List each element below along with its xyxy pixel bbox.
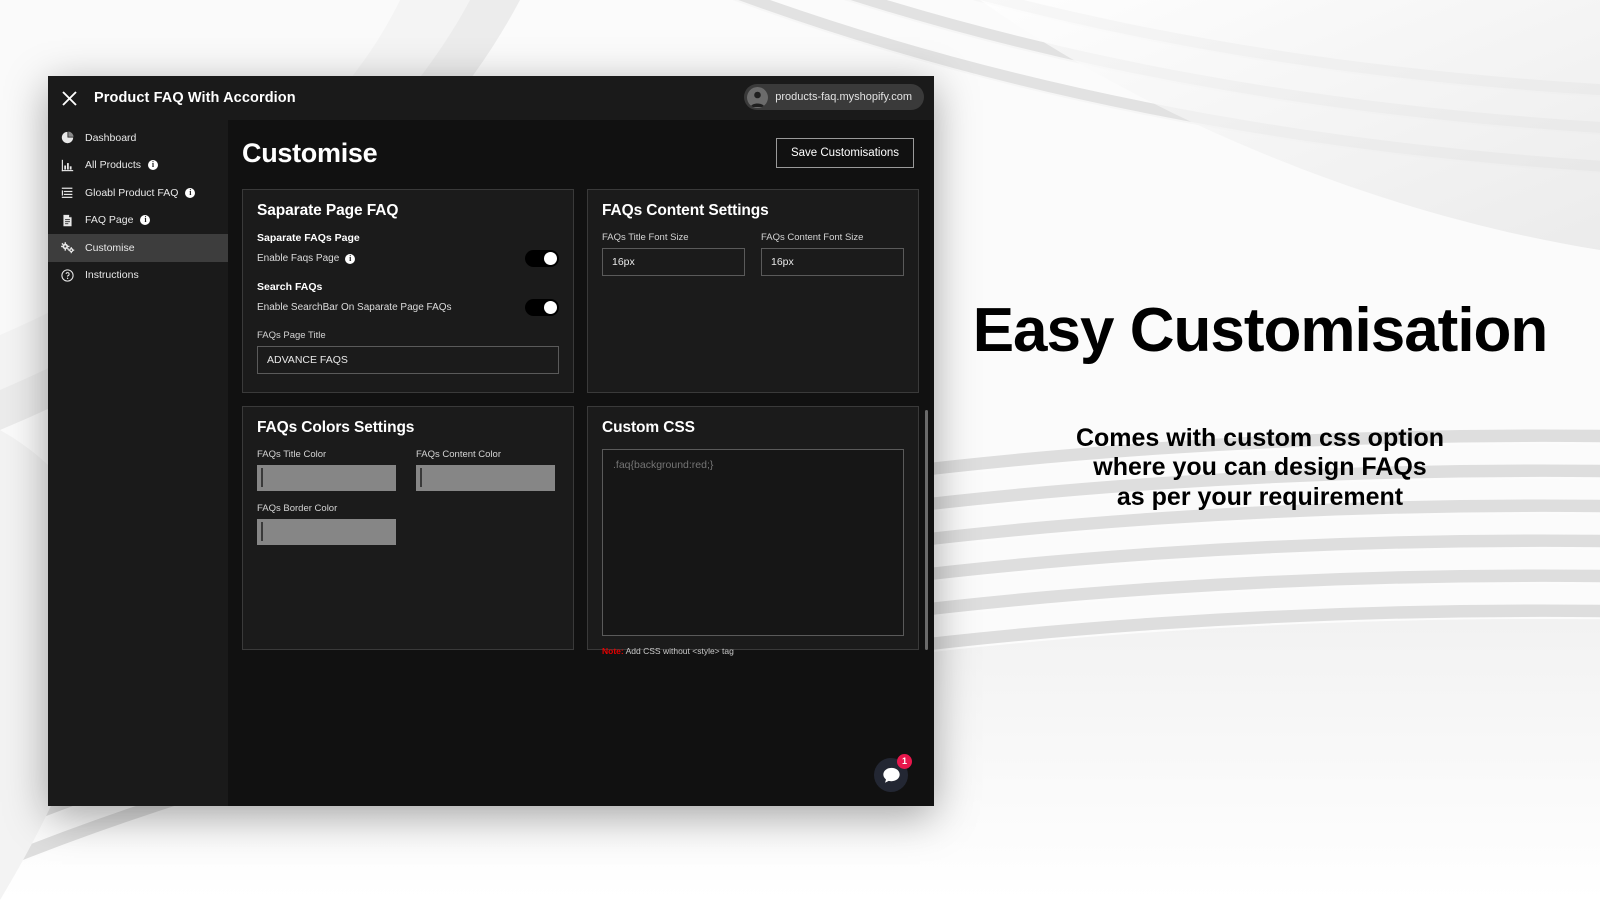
label-title-font-size: FAQs Title Font Size bbox=[602, 232, 745, 243]
toggle-enable-faqs-page[interactable] bbox=[525, 250, 559, 267]
card-custom-css: Custom CSS Note: Add CSS without <style>… bbox=[587, 406, 919, 650]
faqs-page-title-input[interactable] bbox=[257, 346, 559, 374]
window-body: Dashboard All Products i bbox=[48, 120, 934, 806]
group-title-font-size: FAQs Title Font Size bbox=[602, 232, 745, 276]
card-separate-page-faq: Saparate Page FAQ Saparate FAQs Page Ena… bbox=[242, 189, 574, 393]
label-faqs-title-color: FAQs Title Color bbox=[257, 449, 400, 460]
label-faqs-page-title: FAQs Page Title bbox=[257, 330, 559, 341]
app-topbar: Product FAQ With Accordion products-faq.… bbox=[48, 76, 934, 120]
card-row-2: FAQs Colors Settings FAQs Title Color bbox=[242, 406, 916, 650]
row-enable-searchbar: Enable SearchBar On Saparate Page FAQs bbox=[257, 299, 559, 316]
vertical-scrollbar-thumb[interactable] bbox=[925, 410, 928, 650]
marketing-headline: Easy Customisation bbox=[960, 300, 1560, 362]
label-enable-searchbar: Enable SearchBar On Saparate Page FAQs bbox=[257, 302, 452, 313]
info-icon[interactable]: i bbox=[140, 215, 150, 225]
toggle-knob bbox=[544, 252, 557, 265]
custom-css-note: Note: Add CSS without <style> tag bbox=[602, 646, 904, 656]
toggle-knob bbox=[544, 301, 557, 314]
info-icon[interactable]: i bbox=[345, 254, 355, 264]
faqs-border-color-swatch[interactable] bbox=[257, 519, 396, 545]
label-enable-faqs-page: Enable Faqs Page i bbox=[257, 253, 355, 264]
row-enable-faqs-page: Enable Faqs Page i bbox=[257, 250, 559, 267]
sidebar-item-label: Gloabl Product FAQ bbox=[85, 187, 178, 199]
main-content: Customise Save Customisations Saparate P… bbox=[228, 120, 934, 806]
sidebar-item-dashboard[interactable]: Dashboard bbox=[48, 124, 228, 152]
vertical-scrollbar-track[interactable] bbox=[921, 120, 933, 806]
marketing-subline-1: Comes with custom css option bbox=[960, 424, 1560, 453]
sidebar-item-customise[interactable]: Customise bbox=[48, 234, 228, 262]
sidebar-item-label: FAQ Page bbox=[85, 214, 133, 226]
swatch-fill bbox=[420, 468, 422, 487]
document-icon bbox=[61, 214, 79, 227]
info-icon[interactable]: i bbox=[148, 160, 158, 170]
sidebar: Dashboard All Products i bbox=[48, 120, 228, 806]
close-icon[interactable] bbox=[48, 76, 90, 120]
custom-css-textarea[interactable] bbox=[602, 449, 904, 636]
marketing-subline-2: where you can design FAQs bbox=[960, 453, 1560, 482]
label-text: Enable Faqs Page bbox=[257, 253, 339, 264]
swatch-fill bbox=[261, 522, 263, 541]
card-row-1: Saparate Page FAQ Saparate FAQs Page Ena… bbox=[242, 189, 916, 393]
chat-unread-badge: 1 bbox=[897, 754, 912, 769]
card-faqs-colors-settings: FAQs Colors Settings FAQs Title Color bbox=[242, 406, 574, 650]
card-title: FAQs Colors Settings bbox=[257, 419, 559, 437]
sidebar-item-label: Customise bbox=[85, 242, 135, 254]
list-lines-icon bbox=[61, 186, 79, 199]
subhead-search-faqs: Search FAQs bbox=[257, 281, 559, 293]
label-content-font-size: FAQs Content Font Size bbox=[761, 232, 904, 243]
label-faqs-content-color: FAQs Content Color bbox=[416, 449, 559, 460]
store-chip[interactable]: products-faq.myshopify.com bbox=[744, 84, 924, 110]
card-title: FAQs Content Settings bbox=[602, 202, 904, 220]
sidebar-item-label: Instructions bbox=[85, 269, 139, 281]
gears-icon bbox=[61, 241, 79, 255]
content-font-size-input[interactable] bbox=[761, 248, 904, 276]
page-title: Customise bbox=[242, 138, 377, 169]
chat-widget[interactable]: 1 bbox=[874, 758, 908, 792]
save-customisations-button[interactable]: Save Customisations bbox=[776, 138, 914, 168]
user-avatar-icon bbox=[747, 87, 768, 108]
page-header: Customise Save Customisations bbox=[242, 134, 916, 169]
marketing-panel: Easy Customisation Comes with custom css… bbox=[960, 300, 1560, 512]
info-icon[interactable]: i bbox=[185, 188, 195, 198]
sidebar-item-label: Dashboard bbox=[85, 132, 136, 144]
note-prefix: Note: bbox=[602, 646, 624, 656]
card-title: Saparate Page FAQ bbox=[257, 202, 559, 220]
faqs-content-color-swatch[interactable] bbox=[416, 465, 555, 491]
title-font-size-input[interactable] bbox=[602, 248, 745, 276]
sidebar-item-global-product-faq[interactable]: Gloabl Product FAQ i bbox=[48, 179, 228, 207]
pie-chart-icon bbox=[61, 131, 79, 144]
swatch-fill bbox=[261, 468, 263, 487]
app-title: Product FAQ With Accordion bbox=[94, 90, 296, 106]
group-content-font-size: FAQs Content Font Size bbox=[761, 232, 904, 276]
sidebar-item-instructions[interactable]: Instructions bbox=[48, 262, 228, 290]
card-faqs-content-settings: FAQs Content Settings FAQs Title Font Si… bbox=[587, 189, 919, 393]
app-window: Product FAQ With Accordion products-faq.… bbox=[48, 76, 934, 806]
toggle-enable-searchbar[interactable] bbox=[525, 299, 559, 316]
group-content-color: FAQs Content Color bbox=[416, 449, 559, 491]
bar-chart-icon bbox=[61, 159, 79, 172]
store-domain-label: products-faq.myshopify.com bbox=[775, 91, 912, 103]
subhead-separate-faqs-page: Saparate FAQs Page bbox=[257, 232, 559, 244]
sidebar-item-faq-page[interactable]: FAQ Page i bbox=[48, 207, 228, 235]
faqs-title-color-swatch[interactable] bbox=[257, 465, 396, 491]
sidebar-item-all-products[interactable]: All Products i bbox=[48, 152, 228, 180]
group-title-color: FAQs Title Color bbox=[257, 449, 400, 491]
card-title: Custom CSS bbox=[602, 419, 904, 437]
marketing-subline-3: as per your requirement bbox=[960, 483, 1560, 512]
group-border-color: FAQs Border Color bbox=[257, 503, 559, 545]
note-text: Add CSS without <style> tag bbox=[624, 646, 734, 656]
sidebar-item-label: All Products bbox=[85, 159, 141, 171]
label-faqs-border-color: FAQs Border Color bbox=[257, 503, 559, 514]
question-circle-icon bbox=[61, 269, 79, 282]
